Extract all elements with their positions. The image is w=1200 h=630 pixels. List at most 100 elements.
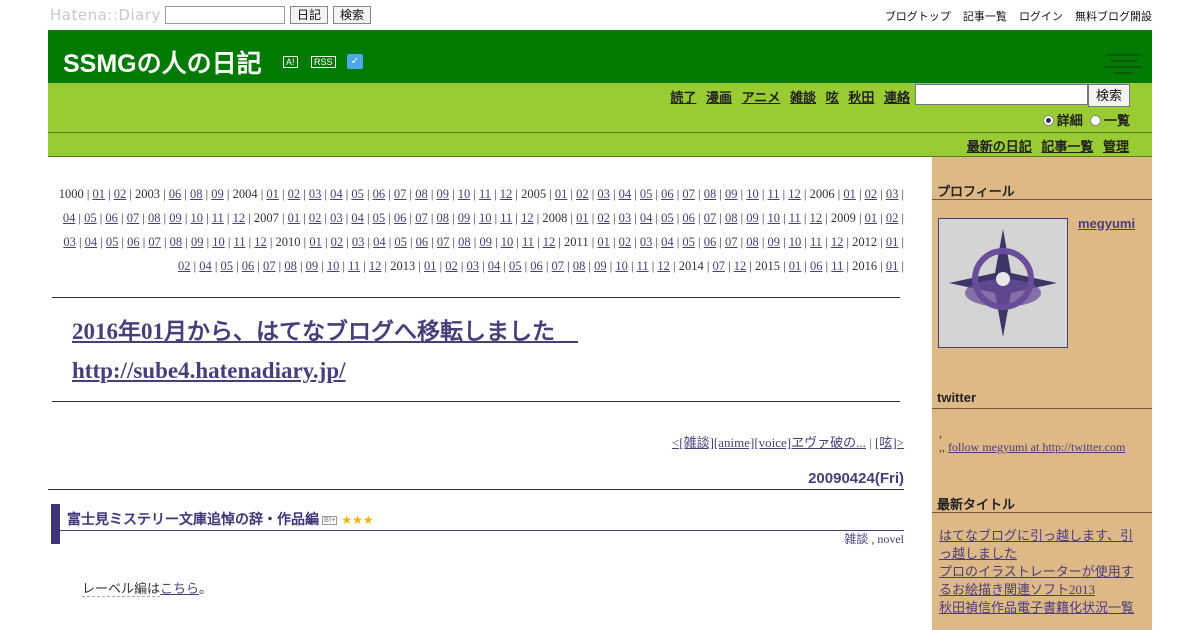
calendar-month-link[interactable]: 10 [767, 211, 780, 225]
radio-list[interactable] [1089, 115, 1101, 126]
recent-title-item[interactable]: はてなブログに引っ越します、引っ越しました [939, 527, 1144, 563]
calendar-month-link[interactable]: 10 [458, 187, 471, 201]
admin-link[interactable]: 管理 [1103, 139, 1129, 154]
calendar-month-link[interactable]: 09 [725, 187, 738, 201]
calendar-month-link[interactable]: 05 [509, 259, 522, 273]
calendar-month-link[interactable]: 09 [594, 259, 607, 273]
calendar-month-link[interactable]: 11 [479, 187, 491, 201]
global-search-input[interactable] [165, 6, 285, 24]
calendar-month-link[interactable]: 12 [831, 235, 844, 249]
calendar-month-link[interactable]: 11 [500, 211, 512, 225]
calendar-month-link[interactable]: 07 [415, 211, 428, 225]
calendar-month-link[interactable]: 12 [369, 259, 382, 273]
twitter-bird-icon[interactable]: ✓ [347, 54, 363, 69]
calendar-month-link[interactable]: 06 [169, 187, 182, 201]
calendar-month-link[interactable]: 03 [619, 211, 632, 225]
twitter-follow-link[interactable]: follow megyumi at http://twitter.com [948, 440, 1125, 454]
cat-anime[interactable]: アニメ [742, 90, 781, 105]
calendar-month-link[interactable]: 11 [233, 235, 245, 249]
calendar-month-link[interactable]: 08 [725, 211, 738, 225]
calendar-month-link[interactable]: 03 [466, 259, 479, 273]
calendar-month-link[interactable]: 07 [437, 235, 450, 249]
calendar-month-link[interactable]: 06 [373, 187, 386, 201]
calendar-month-link[interactable]: 07 [704, 211, 717, 225]
calendar-month-link[interactable]: 01 [92, 187, 105, 201]
diary-button[interactable]: 日記 [290, 6, 329, 24]
notice-moved-link[interactable]: 2016年01月から、はてなブログへ移転しました [72, 312, 578, 346]
calendar-month-link[interactable]: 05 [661, 211, 674, 225]
calendar-month-link[interactable]: 04 [488, 259, 501, 273]
calendar-month-link[interactable]: 03 [640, 235, 653, 249]
calendar-month-link[interactable]: 07 [148, 235, 161, 249]
entry-title-link[interactable]: 富士見ミステリー文庫追悼の辞・作品編 [67, 511, 319, 527]
blog-top-link[interactable]: ブログトップ [885, 11, 951, 23]
calendar-month-link[interactable]: 10 [501, 235, 514, 249]
calendar-month-link[interactable]: 11 [767, 187, 779, 201]
calendar-month-link[interactable]: 08 [704, 187, 717, 201]
calendar-month-link[interactable]: 02 [886, 211, 899, 225]
calendar-month-link[interactable]: 12 [500, 187, 513, 201]
rss-icon[interactable]: RSS [311, 56, 336, 68]
calendar-month-link[interactable]: 05 [221, 259, 234, 273]
cat-akita[interactable]: 秋田 [848, 90, 874, 105]
calendar-month-link[interactable]: 06 [394, 211, 407, 225]
site-title[interactable]: SSMGの人の日記 [63, 44, 262, 80]
calendar-month-link[interactable]: 06 [416, 235, 429, 249]
calendar-month-link[interactable]: 05 [373, 211, 386, 225]
calendar-month-link[interactable]: 12 [734, 259, 747, 273]
calendar-month-link[interactable]: 04 [661, 235, 674, 249]
calendar-month-link[interactable]: 01 [288, 211, 301, 225]
profile-username-link[interactable]: megyumi [1078, 216, 1135, 231]
calendar-month-link[interactable]: 10 [789, 235, 802, 249]
calendar-month-link[interactable]: 03 [886, 187, 899, 201]
calendar-month-link[interactable]: 10 [212, 235, 225, 249]
calendar-month-link[interactable]: 11 [212, 211, 224, 225]
calendar-month-link[interactable]: 12 [254, 235, 267, 249]
calendar-month-link[interactable]: 04 [330, 187, 343, 201]
calendar-month-link[interactable]: 10 [327, 259, 340, 273]
calendar-month-link[interactable]: 05 [682, 235, 695, 249]
calendar-month-link[interactable]: 11 [637, 259, 649, 273]
calendar-month-link[interactable]: 06 [810, 259, 823, 273]
calendar-month-link[interactable]: 06 [704, 235, 717, 249]
login-link[interactable]: ログイン [1019, 11, 1063, 23]
latest-diary-link[interactable]: 最新の日記 [967, 139, 1032, 154]
calendar-month-link[interactable]: 04 [63, 211, 76, 225]
calendar-month-link[interactable]: 11 [789, 211, 801, 225]
diary-search-input[interactable] [915, 84, 1088, 105]
cat-dokuryo[interactable]: 読了 [670, 90, 696, 105]
calendar-month-link[interactable]: 09 [211, 187, 224, 201]
calendar-month-link[interactable]: 07 [712, 259, 725, 273]
calendar-month-link[interactable]: 09 [306, 259, 319, 273]
calendar-month-link[interactable]: 11 [831, 259, 843, 273]
calendar-month-link[interactable]: 09 [479, 235, 492, 249]
next-entry-link[interactable]: [呟]> [875, 435, 904, 450]
cat-manga[interactable]: 漫画 [706, 90, 732, 105]
calendar-month-link[interactable]: 08 [573, 259, 586, 273]
calendar-month-link[interactable]: 06 [242, 259, 255, 273]
calendar-month-link[interactable]: 08 [190, 187, 203, 201]
calendar-month-link[interactable]: 02 [445, 259, 458, 273]
article-list-link[interactable]: 記事一覧 [963, 11, 1007, 23]
calendar-month-link[interactable]: 02 [178, 259, 191, 273]
calendar-month-link[interactable]: 12 [788, 187, 801, 201]
calendar-month-link[interactable]: 05 [394, 235, 407, 249]
calendar-month-link[interactable]: 03 [597, 187, 610, 201]
calendar-month-link[interactable]: 01 [865, 211, 878, 225]
entry-date[interactable]: 20090424(Fri) [48, 470, 904, 490]
avatar[interactable] [938, 218, 1068, 348]
calendar-month-link[interactable]: 11 [348, 259, 360, 273]
calendar-month-link[interactable]: 12 [521, 211, 534, 225]
recent-title-item[interactable]: プロのイラストレーターが使用するお絵描き関連ソフト2013 [939, 563, 1144, 599]
calendar-month-link[interactable]: 01 [843, 187, 856, 201]
calendar-month-link[interactable]: 02 [114, 187, 127, 201]
calendar-month-link[interactable]: 08 [436, 211, 449, 225]
calendar-month-link[interactable]: 05 [351, 187, 364, 201]
calendar-month-link[interactable]: 06 [661, 187, 674, 201]
calendar-month-link[interactable]: 05 [640, 187, 653, 201]
bookmark-icon[interactable]: B!+ [322, 516, 338, 525]
create-blog-link[interactable]: 無料ブログ開設 [1075, 11, 1152, 23]
calendar-month-link[interactable]: 06 [105, 211, 118, 225]
calendar-month-link[interactable]: 05 [106, 235, 119, 249]
calendar-month-link[interactable]: 04 [351, 211, 364, 225]
